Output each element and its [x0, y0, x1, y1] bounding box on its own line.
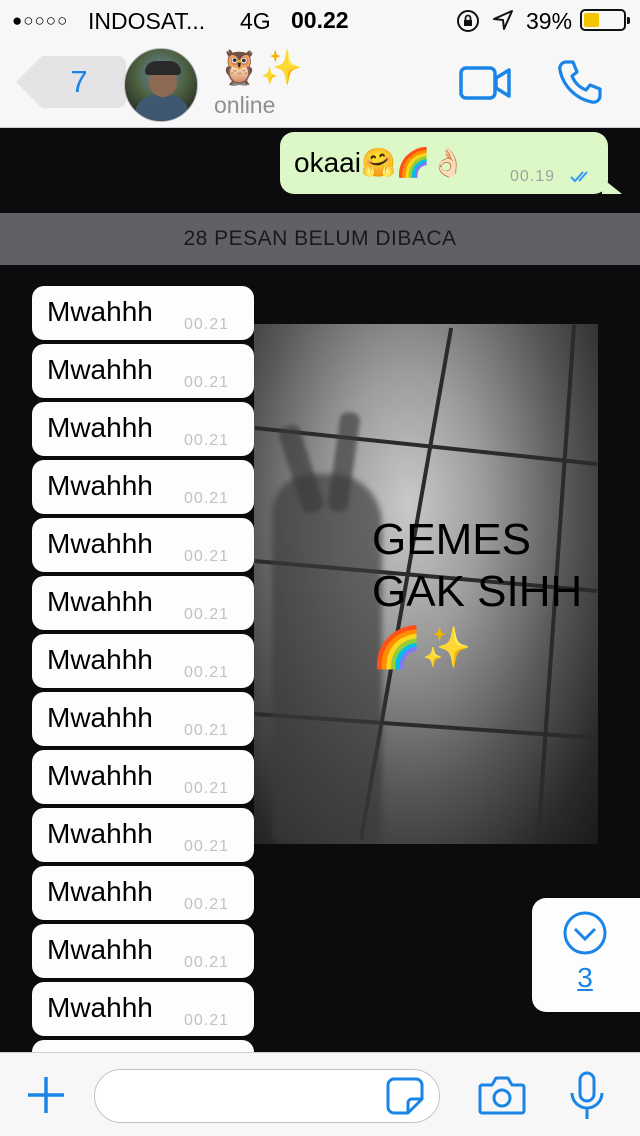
message-text: okaai🤗🌈👌🏻 [294, 147, 466, 178]
message-time: 00.21 [184, 316, 230, 333]
chat-header: 7 🦉✨ online [0, 40, 640, 128]
message-text: Mwahhh [47, 528, 153, 559]
incoming-message[interactable]: Mwahhh 00.21 [32, 982, 254, 1036]
message-time: 00.21 [184, 954, 230, 971]
attach-button[interactable] [26, 1075, 66, 1115]
message-text: Mwahhh [47, 586, 153, 617]
network-type: 4G [240, 8, 271, 34]
incoming-message[interactable]: Mwahhh 00.21 [32, 750, 254, 804]
double-check-icon [570, 171, 588, 183]
incoming-message[interactable]: Mwahhh 00.21 [32, 692, 254, 746]
input-bar [0, 1052, 640, 1136]
message-text: Mwahhh [47, 354, 153, 385]
chevron-down-icon [563, 911, 607, 955]
battery-percent: 39% [526, 8, 573, 34]
microphone-button[interactable] [568, 1071, 606, 1121]
message-time: 00.21 [184, 664, 230, 681]
message-text: Mwahhh [47, 992, 153, 1023]
voice-call-button[interactable] [556, 58, 604, 106]
message-time: 00.21 [184, 490, 230, 507]
message-text: Mwahhh [47, 644, 153, 675]
video-call-button[interactable] [458, 62, 512, 104]
message-text: Mwahhh [47, 702, 153, 733]
chat-area[interactable]: okaai🤗🌈👌🏻 00.19 28 PESAN BELUM DIBACA GE… [0, 128, 640, 1052]
unread-count-badge: 3 [577, 962, 593, 993]
sticker-icon [386, 1077, 424, 1115]
message-time: 00.21 [184, 374, 230, 391]
message-text: Mwahhh [47, 876, 153, 907]
unread-chats-count: 7 [70, 64, 88, 99]
incoming-message[interactable]: Mwahhh 00.21 [32, 634, 254, 688]
incoming-message[interactable]: Mwahhh 00.21 [32, 518, 254, 572]
contact-status: online [214, 92, 276, 118]
image-message[interactable]: GEMES GAK SIHH 🌈✨ [254, 324, 598, 844]
plus-icon [28, 1077, 64, 1113]
incoming-message[interactable]: Mwahhh 00.21 [32, 924, 254, 978]
video-camera-icon [459, 66, 511, 100]
signal-strength: ●○○○○ [12, 11, 69, 30]
incoming-message[interactable]: Mwahhh 00.21 [32, 344, 254, 398]
image-caption-emoji: 🌈✨ [372, 626, 472, 670]
incoming-message[interactable]: Mwahhh 00.21 [32, 808, 254, 862]
contact-name[interactable]: 🦉✨ [218, 50, 303, 86]
status-time: 00.22 [291, 7, 349, 33]
message-time: 00.21 [184, 780, 230, 797]
message-text: Mwahhh [47, 760, 153, 791]
battery-icon [580, 9, 630, 31]
incoming-message[interactable]: Mwahhh 00.21 [32, 576, 254, 630]
incoming-message[interactable]: Mwahhh 00.21 [32, 460, 254, 514]
unread-messages-banner: 28 PESAN BELUM DIBACA [0, 213, 640, 265]
outgoing-message[interactable]: okaai🤗🌈👌🏻 00.19 [280, 132, 622, 194]
battery-fill [584, 13, 599, 27]
scroll-to-bottom-button[interactable]: 3 [532, 898, 640, 1012]
camera-icon [478, 1076, 526, 1115]
hand-shadow [272, 474, 382, 844]
back-button[interactable]: 7 [14, 54, 126, 110]
incoming-message[interactable]: Mwahhh 00.21 [32, 286, 254, 340]
incoming-message[interactable]: Mwahhh 00.21 [32, 866, 254, 920]
message-time: 00.21 [184, 548, 230, 565]
orientation-lock-icon [457, 10, 479, 32]
phone-icon [558, 60, 602, 104]
message-text: Mwahhh [47, 818, 153, 849]
location-arrow-icon [493, 10, 513, 30]
message-time: 00.21 [184, 838, 230, 855]
message-text: Mwahhh [47, 412, 153, 443]
image-caption-line-2: GAK SIHH [372, 567, 583, 616]
incoming-message-partial[interactable] [32, 1040, 254, 1052]
carrier-name: INDOSAT... [88, 8, 206, 34]
image-caption: GEMES GAK SIHH [372, 514, 598, 618]
message-text: Mwahhh [47, 296, 153, 327]
message-text: Mwahhh [47, 470, 153, 501]
incoming-message[interactable]: Mwahhh 00.21 [32, 402, 254, 456]
camera-button[interactable] [478, 1073, 526, 1117]
contact-avatar[interactable] [124, 48, 198, 122]
message-time: 00.21 [184, 1012, 230, 1029]
microphone-icon [570, 1071, 604, 1119]
message-time: 00.21 [184, 432, 230, 449]
message-time: 00.21 [184, 896, 230, 913]
image-caption-line-1: GEMES [372, 515, 531, 564]
sticker-button[interactable] [386, 1077, 424, 1115]
message-time: 00.19 [510, 168, 556, 185]
message-time: 00.21 [184, 722, 230, 739]
status-bar: ●○○○○ INDOSAT... 4G 00.22 39% [0, 0, 640, 40]
message-time: 00.21 [184, 606, 230, 623]
message-text: Mwahhh [47, 934, 153, 965]
